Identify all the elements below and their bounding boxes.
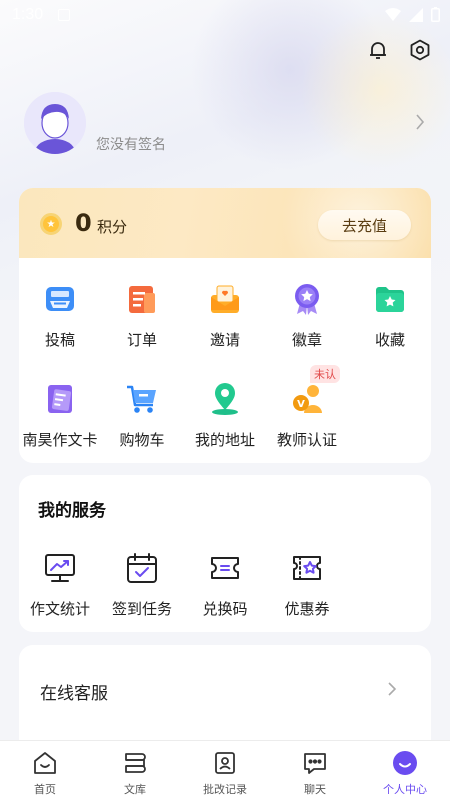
chat-icon bbox=[301, 749, 329, 777]
unverified-badge: 未认 bbox=[310, 365, 340, 383]
avatar[interactable] bbox=[24, 92, 86, 154]
chart-monitor-icon bbox=[40, 548, 80, 588]
badge-medal-icon bbox=[287, 279, 327, 319]
my-services-card: 我的服务 作文统计 签到任务 兑换码 优惠券 bbox=[19, 475, 431, 632]
status-time: 1:30 bbox=[12, 6, 44, 23]
grid-item-submit[interactable]: 投稿 bbox=[19, 279, 101, 359]
notification-bell-button[interactable] bbox=[364, 36, 392, 64]
favorites-folder-icon bbox=[370, 279, 410, 319]
library-icon bbox=[121, 749, 149, 777]
recharge-button[interactable]: 去充值 bbox=[318, 210, 411, 240]
status-bar: 1:30 bbox=[0, 0, 450, 32]
service-item-redeem[interactable]: 兑换码 bbox=[184, 548, 266, 628]
service-item-checkin[interactable]: 签到任务 bbox=[101, 548, 183, 628]
notification-a-icon bbox=[58, 9, 70, 21]
grid-label: 徽章 bbox=[291, 331, 322, 349]
grid-label: 购物车 bbox=[119, 431, 165, 449]
service-item-essay-stats[interactable]: 作文统计 bbox=[19, 548, 101, 628]
calendar-check-icon bbox=[122, 548, 162, 588]
tab-records[interactable]: 批改记录 bbox=[180, 741, 270, 801]
profile-row[interactable]: 您没有签名 bbox=[24, 92, 425, 154]
header-actions bbox=[364, 36, 434, 64]
wifi-icon bbox=[385, 7, 401, 21]
chevron-right-icon bbox=[388, 682, 397, 696]
grid-label: 投稿 bbox=[44, 331, 75, 349]
grid-label: 南昊作文卡 bbox=[22, 431, 98, 449]
settings-button[interactable] bbox=[406, 36, 434, 64]
service-label: 签到任务 bbox=[111, 600, 172, 618]
home-icon bbox=[31, 749, 59, 777]
location-pin-icon bbox=[205, 379, 245, 419]
grid-item-invite[interactable]: 邀请 bbox=[184, 279, 266, 359]
account-card: ★ 0 积分 去充值 投稿 订单 邀请 徽章 收藏 南昊作文卡 购物车 我的地址… bbox=[19, 188, 431, 463]
service-label: 兑换码 bbox=[202, 600, 248, 618]
status-indicators bbox=[385, 7, 440, 22]
shopping-cart-icon bbox=[122, 379, 162, 419]
tab-label: 文库 bbox=[124, 783, 146, 796]
signature-text: 您没有签名 bbox=[96, 137, 166, 153]
service-item-coupons[interactable]: 优惠券 bbox=[266, 548, 348, 628]
grid-item-teacher-cert[interactable]: V 未认 教师认证 bbox=[266, 365, 348, 459]
settings-hexagon-icon bbox=[410, 39, 430, 61]
svg-text:V: V bbox=[297, 399, 305, 410]
grid-item-badges[interactable]: 徽章 bbox=[266, 279, 348, 359]
grid-label: 教师认证 bbox=[276, 431, 337, 449]
records-icon bbox=[211, 749, 239, 777]
battery-icon bbox=[431, 7, 440, 22]
tab-label: 个人中心 bbox=[383, 783, 427, 796]
coin-star-icon: ★ bbox=[40, 213, 62, 235]
tab-library[interactable]: 文库 bbox=[90, 741, 180, 801]
tab-home[interactable]: 首页 bbox=[0, 741, 90, 801]
tab-label: 批改记录 bbox=[203, 783, 247, 796]
essay-card-icon bbox=[40, 379, 80, 419]
online-support-row[interactable]: 在线客服 bbox=[19, 645, 431, 755]
teacher-cert-icon: V bbox=[287, 379, 327, 419]
tab-label: 首页 bbox=[34, 783, 56, 796]
grid-item-cart[interactable]: 购物车 bbox=[101, 379, 183, 459]
tab-chat[interactable]: 聊天 bbox=[270, 741, 360, 801]
tab-me[interactable]: 个人中心 bbox=[360, 741, 450, 801]
ticket-icon bbox=[205, 548, 245, 588]
coupon-star-icon bbox=[287, 548, 327, 588]
chevron-right-icon bbox=[416, 114, 425, 130]
submission-tray-icon bbox=[40, 279, 80, 319]
grid-item-address[interactable]: 我的地址 bbox=[184, 379, 266, 459]
default-avatar-icon bbox=[24, 92, 86, 154]
grid-label: 收藏 bbox=[374, 331, 405, 349]
profile-icon bbox=[391, 749, 419, 777]
points-unit: 积分 bbox=[97, 218, 128, 236]
service-label: 作文统计 bbox=[29, 600, 90, 618]
services-title: 我的服务 bbox=[38, 501, 106, 521]
points-bar: ★ 0 积分 去充值 bbox=[19, 188, 431, 288]
grid-label: 我的地址 bbox=[194, 431, 255, 449]
support-label: 在线客服 bbox=[40, 684, 108, 704]
tab-label: 聊天 bbox=[304, 783, 326, 796]
signal-icon bbox=[409, 7, 423, 22]
grid-item-essay-card[interactable]: 南昊作文卡 bbox=[19, 379, 101, 459]
order-list-icon bbox=[122, 279, 162, 319]
grid-label: 订单 bbox=[126, 331, 157, 349]
grid-item-orders[interactable]: 订单 bbox=[101, 279, 183, 359]
invite-envelope-icon bbox=[205, 279, 245, 319]
bell-icon bbox=[370, 42, 386, 59]
grid-item-favorites[interactable]: 收藏 bbox=[349, 279, 431, 359]
grid-label: 邀请 bbox=[209, 331, 240, 349]
bottom-tab-bar: 首页 文库 批改记录 聊天 个人中心 bbox=[0, 740, 450, 801]
points-value: 0 bbox=[75, 209, 92, 237]
service-label: 优惠券 bbox=[284, 600, 330, 618]
